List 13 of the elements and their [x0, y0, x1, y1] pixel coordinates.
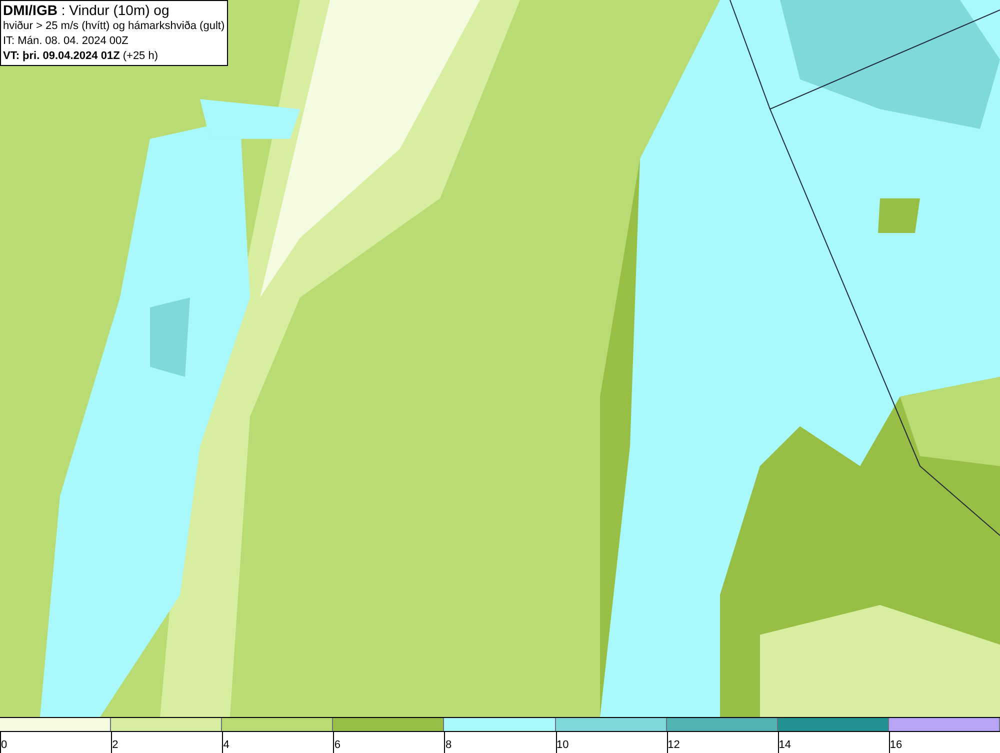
legend-tick-label: 0 — [1, 739, 8, 751]
legend-tick-label: 2 — [112, 739, 118, 751]
legend-tick-label: 10 — [556, 739, 569, 751]
title-text: IT: Mán. 08. 04. 2024 00Z — [3, 34, 130, 49]
legend-tick-label: 8 — [445, 739, 452, 751]
legend-tick-label: 4 — [223, 739, 230, 751]
title-text: hviður > 25 m/s (hvítt) og hámarkshviða (gult) — [3, 19, 225, 34]
legend-tick-label: 14 — [778, 739, 792, 751]
legend-tick-label: 6 — [334, 739, 340, 751]
legend-tick-label: 12 — [668, 739, 680, 751]
legend-tick-label: 16 — [890, 739, 902, 751]
title-text: DMI/IGB : Vindur (10m) og — [3, 2, 170, 19]
title-text: VT: þri. 09.04.2024 01Z (+25 h) — [3, 49, 160, 64]
